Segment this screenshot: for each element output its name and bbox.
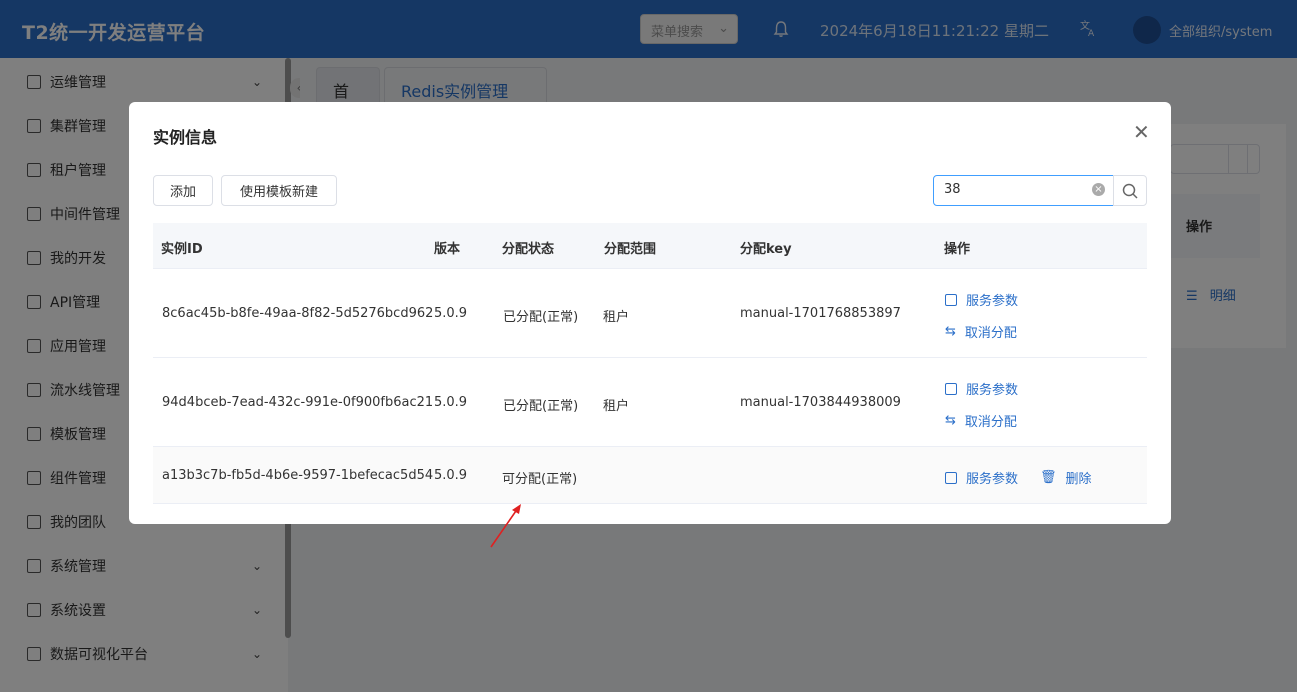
col-version: 版本 bbox=[434, 242, 461, 257]
table-row: a13b3c7b-fb5d-4b6e-9597-1befecac5d54 5.0… bbox=[153, 447, 1147, 504]
table-header: 实例ID 版本 分配状态 分配范围 分配key 操作 bbox=[153, 223, 1147, 269]
search-button[interactable] bbox=[1113, 175, 1147, 206]
unassign-link[interactable]: ⇆ 取消分配 bbox=[945, 322, 1017, 341]
cell-status: 已分配(正常) bbox=[503, 399, 579, 414]
cell-version: 5.0.9 bbox=[434, 395, 468, 410]
cell-instance-id: 94d4bceb-7ead-432c-991e-0f900fb6ac21 bbox=[162, 395, 434, 410]
service-params-label: 服务参数 bbox=[966, 294, 1019, 309]
unassign-link[interactable]: ⇆ 取消分配 bbox=[945, 411, 1017, 430]
cell-instance-id: 8c6ac45b-b8fe-49aa-8f82-5d5276bcd962 bbox=[162, 306, 434, 321]
col-key: 分配key bbox=[740, 242, 792, 257]
swap-icon: ⇆ bbox=[945, 324, 956, 339]
cell-key: manual-1701768853897 bbox=[740, 306, 901, 321]
add-button[interactable]: 添加 bbox=[153, 175, 213, 206]
document-icon bbox=[945, 471, 957, 484]
service-params-label: 服务参数 bbox=[966, 383, 1019, 398]
annotation-arrow-icon bbox=[490, 504, 521, 548]
table-row: 94d4bceb-7ead-432c-991e-0f900fb6ac21 5.0… bbox=[153, 358, 1147, 447]
unassign-label: 取消分配 bbox=[964, 326, 1017, 341]
cell-instance-id: a13b3c7b-fb5d-4b6e-9597-1befecac5d54 bbox=[162, 468, 434, 483]
search-value: 38 bbox=[944, 182, 961, 197]
unassign-label: 取消分配 bbox=[964, 415, 1017, 430]
delete-link[interactable]: 🗑 删除 bbox=[1040, 468, 1092, 487]
close-icon[interactable]: ✕ bbox=[1133, 120, 1150, 144]
col-actions: 操作 bbox=[944, 242, 971, 257]
col-scope: 分配范围 bbox=[604, 242, 657, 257]
instance-info-dialog: 实例信息 ✕ 添加 使用模板新建 38 × 实例ID 版本 分配状态 分配范围 … bbox=[129, 102, 1171, 524]
cell-scope: 租户 bbox=[603, 399, 630, 414]
cell-key: manual-1703844938009 bbox=[740, 395, 901, 410]
document-icon bbox=[945, 293, 957, 306]
clear-icon[interactable]: × bbox=[1092, 183, 1105, 196]
swap-icon: ⇆ bbox=[945, 413, 956, 428]
create-from-template-button[interactable]: 使用模板新建 bbox=[221, 175, 337, 206]
cell-scope: 租户 bbox=[603, 310, 630, 325]
delete-label: 删除 bbox=[1065, 472, 1092, 487]
service-params-label: 服务参数 bbox=[966, 472, 1019, 487]
document-icon bbox=[945, 382, 957, 395]
service-params-link[interactable]: 服务参数 bbox=[945, 379, 1018, 398]
service-params-link[interactable]: 服务参数 bbox=[945, 468, 1018, 487]
col-instance-id: 实例ID bbox=[161, 242, 203, 257]
table-row: 8c6ac45b-b8fe-49aa-8f82-5d5276bcd962 5.0… bbox=[153, 269, 1147, 358]
dialog-title: 实例信息 bbox=[153, 128, 218, 147]
cell-version: 5.0.9 bbox=[434, 306, 468, 321]
service-params-link[interactable]: 服务参数 bbox=[945, 290, 1018, 309]
cell-status: 已分配(正常) bbox=[503, 310, 579, 325]
search-icon bbox=[1122, 183, 1138, 199]
cell-version: 5.0.9 bbox=[434, 468, 468, 483]
col-status: 分配状态 bbox=[502, 242, 555, 257]
trash-icon: 🗑 bbox=[1040, 470, 1057, 485]
cell-status: 可分配(正常) bbox=[502, 472, 578, 487]
search-input[interactable]: 38 × bbox=[933, 175, 1114, 206]
